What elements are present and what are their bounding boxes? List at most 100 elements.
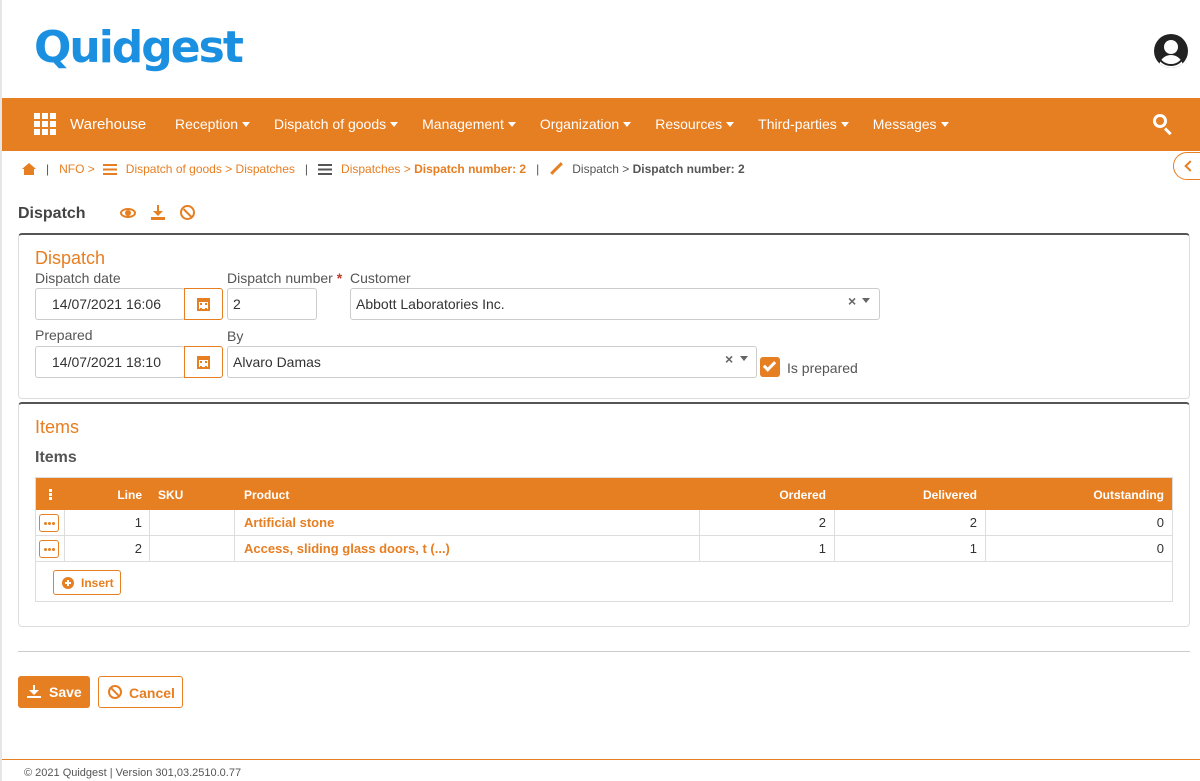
nav-item-label: Dispatch of goods (274, 116, 387, 132)
breadcrumb-dispatch-of-goods[interactable]: Dispatch of goods > Dispatches (126, 162, 295, 176)
cell-outstanding: 0 (1156, 515, 1164, 530)
ban-icon[interactable] (180, 205, 196, 221)
cancel-button[interactable]: Cancel (98, 676, 183, 708)
breadcrumb: | NFO > Dispatch of goods > Dispatches |… (22, 161, 745, 177)
list-icon (102, 163, 117, 175)
download-icon (27, 685, 41, 699)
column-options-icon[interactable] (49, 489, 52, 500)
divider (18, 651, 1190, 652)
plus-circle-icon (62, 577, 74, 589)
by-label: By (227, 328, 244, 344)
table-row[interactable]: 1 Artificial stone 2 2 0 (36, 510, 1172, 536)
checkmark-icon (762, 358, 777, 372)
required-mark: * (336, 270, 343, 286)
breadcrumb-dispatches[interactable]: Dispatches > (341, 162, 411, 176)
calendar-icon (197, 298, 210, 311)
caret-down-icon (726, 121, 735, 127)
download-icon[interactable] (150, 205, 166, 221)
list-icon (318, 163, 333, 175)
breadcrumb-dispatches-current[interactable]: Dispatch number: 2 (414, 162, 526, 176)
main-navbar: Warehouse Reception Dispatch of goods Ma… (2, 98, 1200, 151)
nav-item-resources[interactable]: Resources (655, 116, 735, 132)
dispatch-date-field[interactable]: 14/07/2021 16:06 (35, 288, 185, 320)
nav-item-reception[interactable]: Reception (175, 116, 251, 132)
user-avatar-icon[interactable] (1154, 34, 1188, 68)
cell-product-link[interactable]: Access, sliding glass doors, t (...) (244, 536, 450, 562)
chevron-left-icon (1184, 160, 1196, 172)
items-subtitle: Items (35, 449, 77, 466)
customer-select[interactable]: Abbott Laboratories Inc. (350, 288, 880, 320)
page-title: Dispatch (18, 205, 86, 222)
save-button[interactable]: Save (18, 676, 90, 708)
eye-icon[interactable] (120, 205, 136, 221)
ellipsis-icon[interactable] (39, 514, 59, 532)
col-outstanding[interactable]: Outstanding (1036, 488, 1164, 502)
items-panel-title: Items (35, 417, 80, 437)
caret-down-icon (242, 121, 251, 127)
nav-brand-warehouse[interactable]: Warehouse (70, 116, 146, 133)
insert-button-label: Insert (81, 576, 114, 590)
cell-ordered: 1 (818, 541, 826, 556)
sidebar-toggle-button[interactable] (1173, 152, 1200, 180)
nav-item-label: Organization (539, 116, 620, 132)
prepared-date-calendar-button[interactable] (184, 346, 223, 378)
col-delivered[interactable]: Delivered (876, 488, 977, 502)
home-icon[interactable] (22, 163, 36, 175)
col-sku[interactable]: SKU (158, 488, 183, 502)
page-footer: © 2021 Quidgest | Version 301,03.2510.0.… (2, 759, 1200, 781)
customer-dropdown-icon[interactable] (862, 298, 870, 303)
by-dropdown-icon[interactable] (740, 356, 748, 361)
customer-clear-icon[interactable]: × (848, 293, 856, 309)
dispatch-panel-title: Dispatch (35, 248, 106, 268)
table-row[interactable]: 2 Access, sliding glass doors, t (...) 1… (36, 536, 1172, 562)
dispatch-date-calendar-button[interactable] (184, 288, 223, 320)
insert-button[interactable]: Insert (53, 570, 121, 595)
cell-product-link[interactable]: Artificial stone (244, 510, 334, 536)
app-header: Quidgest (2, 0, 1200, 98)
breadcrumb-dispatch: Dispatch > (572, 162, 630, 176)
table-header: Line SKU Product Ordered Delivered Outst… (36, 478, 1172, 510)
dispatch-number-field[interactable]: 2 (227, 288, 317, 320)
customer-label: Customer (350, 270, 411, 286)
nav-menu: Reception Dispatch of goods Management O… (175, 116, 973, 132)
prepared-label: Prepared (35, 327, 93, 343)
quidgest-logo[interactable]: Quidgest (34, 22, 244, 73)
col-product[interactable]: Product (244, 488, 289, 502)
is-prepared-checkbox[interactable] (760, 357, 780, 377)
cell-outstanding: 0 (1156, 541, 1164, 556)
by-select[interactable]: Alvaro Damas (227, 346, 757, 378)
caret-down-icon (390, 121, 399, 127)
cell-delivered: 1 (969, 541, 977, 556)
by-clear-icon[interactable]: × (725, 351, 733, 367)
col-line[interactable]: Line (96, 488, 142, 502)
is-prepared-label: Is prepared (787, 360, 858, 376)
nav-item-label: Third-parties (758, 116, 837, 132)
ellipsis-icon[interactable] (39, 540, 59, 558)
nav-item-messages[interactable]: Messages (873, 116, 949, 132)
nav-item-label: Messages (872, 116, 937, 132)
pencil-icon (549, 162, 563, 176)
calendar-icon (197, 356, 210, 369)
col-ordered[interactable]: Ordered (726, 488, 826, 502)
record-actions (120, 205, 196, 221)
dispatch-date-label: Dispatch date (35, 270, 121, 286)
cancel-button-label: Cancel (129, 685, 175, 701)
ban-icon (108, 685, 122, 699)
nav-item-management[interactable]: Management (422, 116, 516, 132)
nav-item-label: Resources (655, 116, 723, 132)
prepared-date-field[interactable]: 14/07/2021 18:10 (35, 346, 185, 378)
cell-delivered: 2 (969, 515, 977, 530)
apps-grid-icon[interactable] (34, 113, 56, 135)
caret-down-icon (840, 121, 849, 127)
nav-item-organization[interactable]: Organization (539, 116, 632, 132)
nav-item-label: Reception (175, 116, 239, 132)
nav-item-dispatch-of-goods[interactable]: Dispatch of goods (274, 116, 399, 132)
breadcrumb-nfo[interactable]: NFO > (59, 162, 95, 176)
items-table: Line SKU Product Ordered Delivered Outst… (35, 477, 1173, 602)
nav-item-third-parties[interactable]: Third-parties (758, 116, 849, 132)
caret-down-icon (940, 121, 949, 127)
cell-line: 2 (134, 541, 142, 556)
search-icon[interactable] (1152, 113, 1174, 136)
breadcrumb-dispatch-current: Dispatch number: 2 (632, 162, 745, 176)
nav-item-label: Management (422, 116, 504, 132)
